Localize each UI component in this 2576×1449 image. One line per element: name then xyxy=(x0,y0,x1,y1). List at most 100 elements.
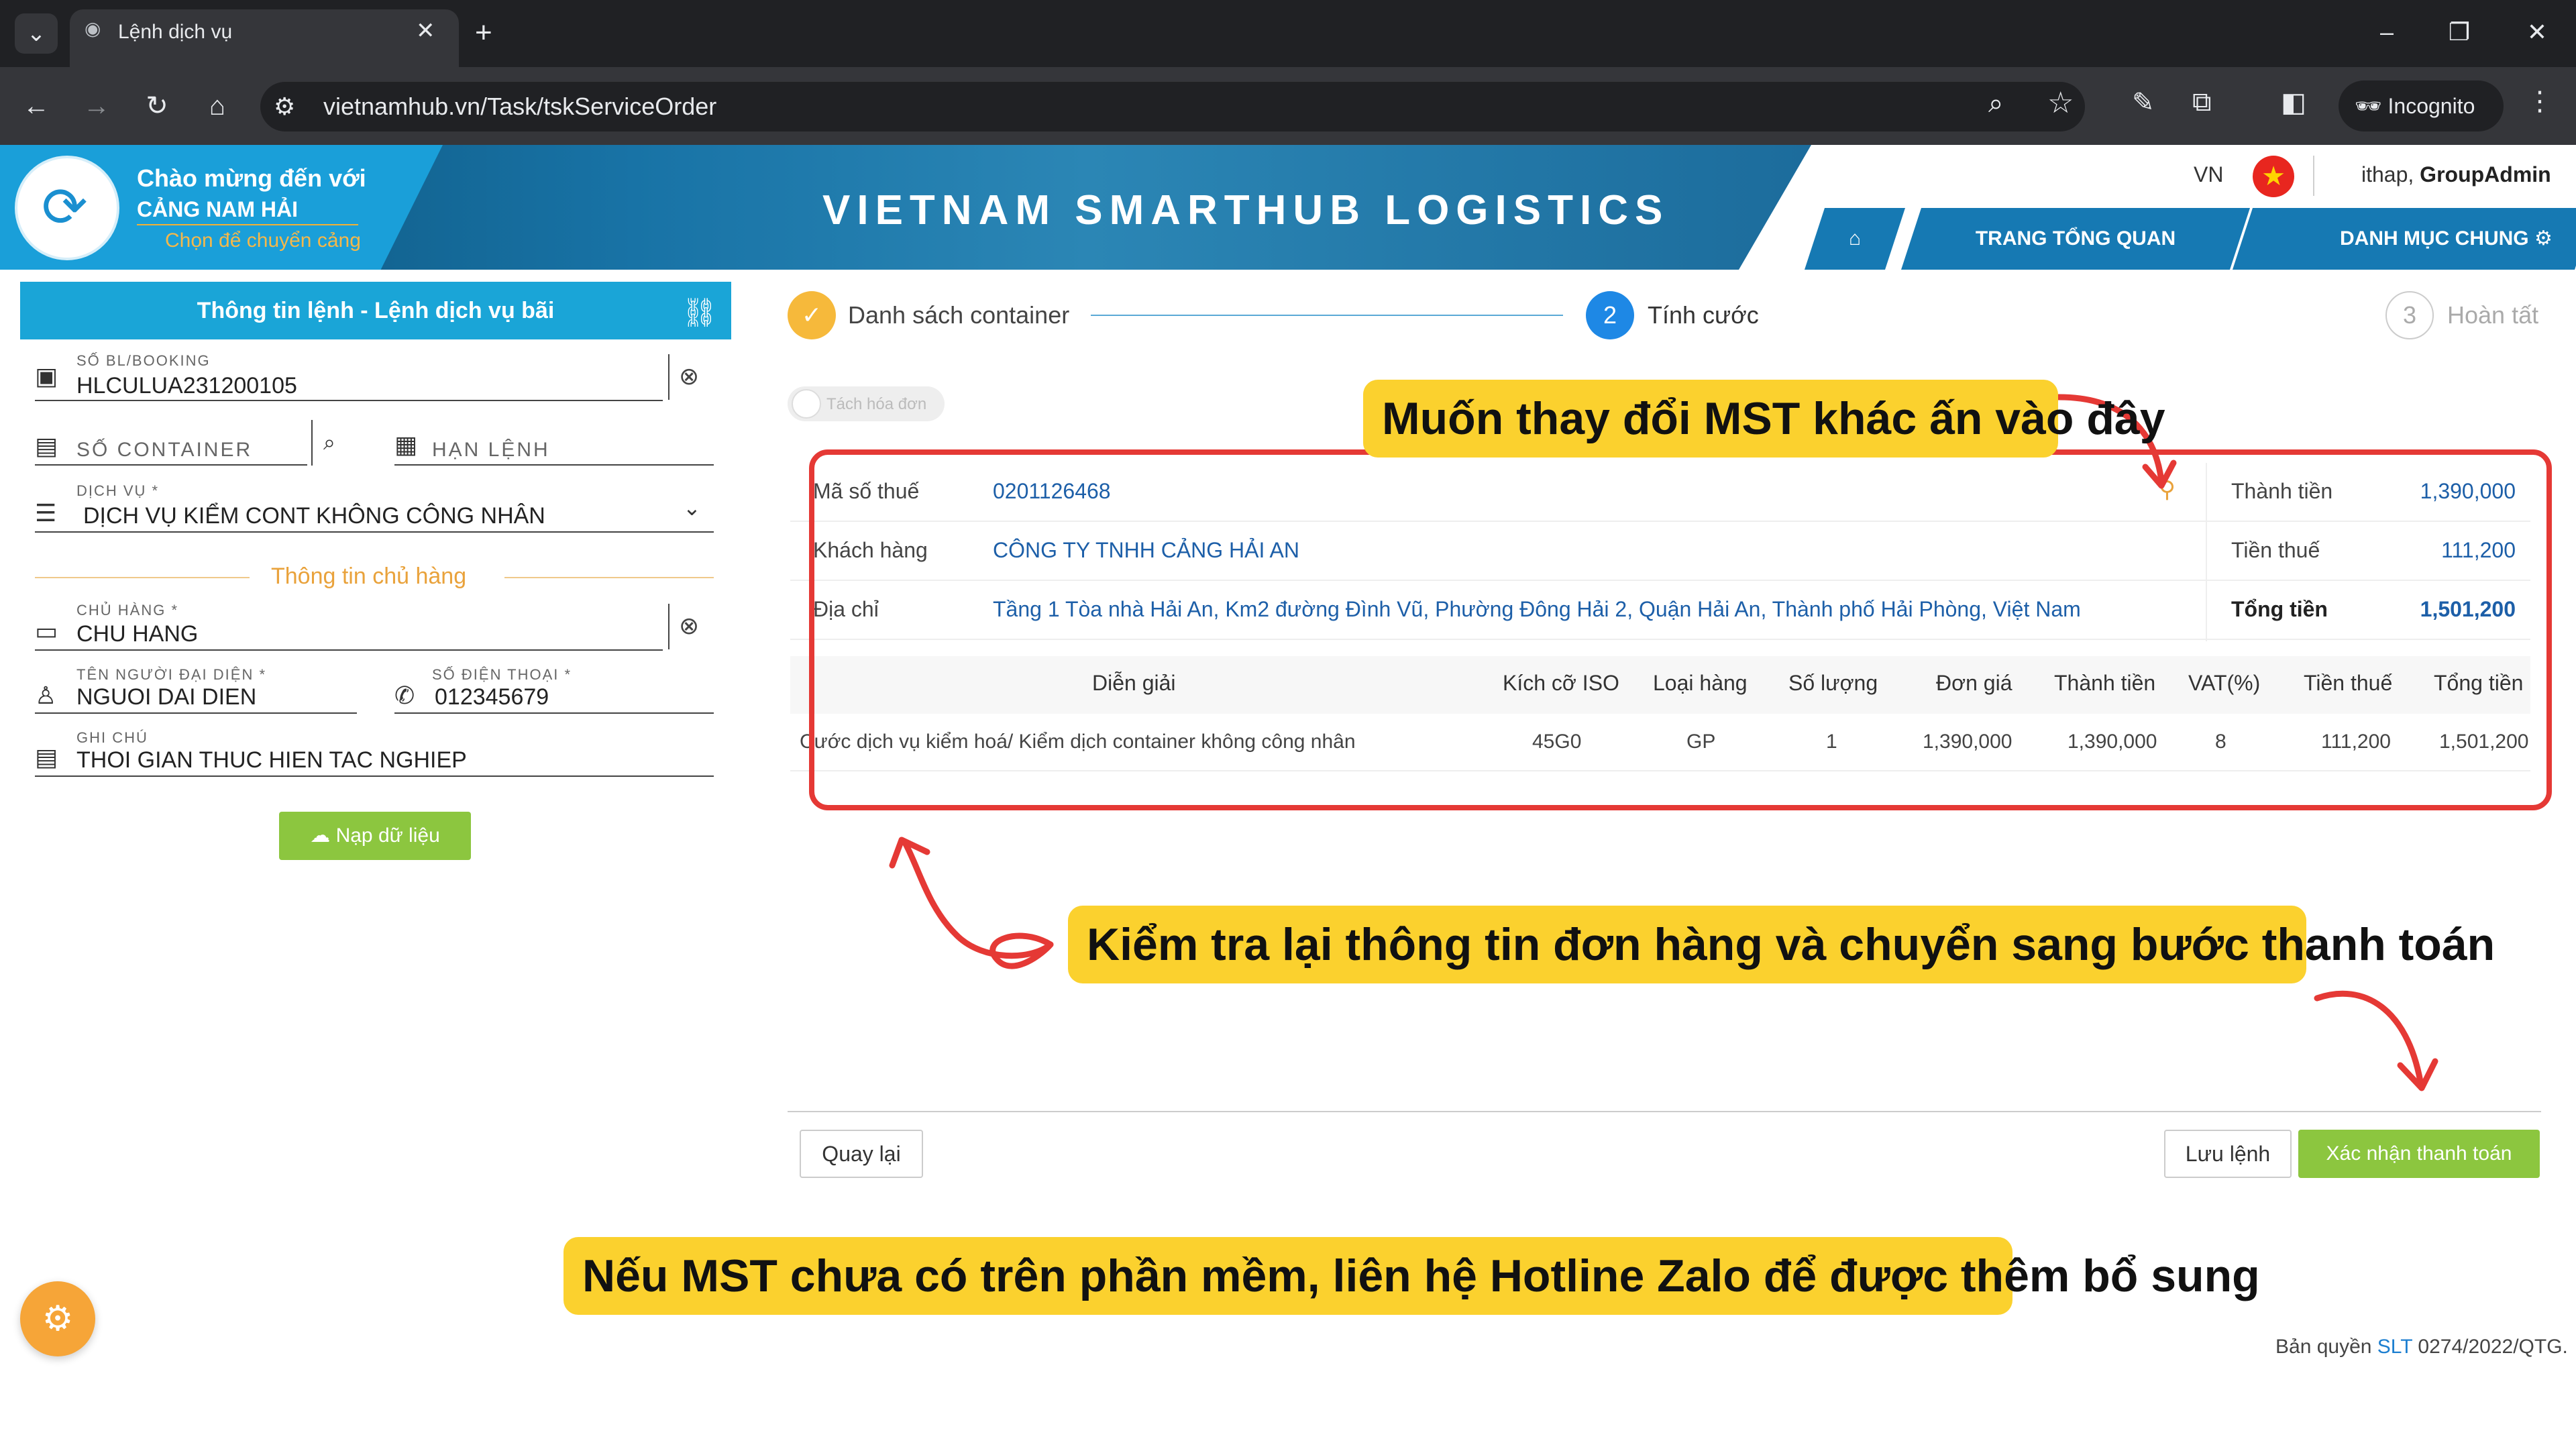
save-order-button[interactable]: Lưu lệnh xyxy=(2164,1130,2292,1178)
copyright-suffix: 0274/2022/QTG. xyxy=(2412,1336,2568,1358)
note-document-icon: ▤ xyxy=(35,743,58,771)
tab-list-chevron-icon[interactable]: ⌄ xyxy=(15,13,58,54)
owner-section-rule-right xyxy=(504,577,714,578)
zoom-magnifier-icon[interactable]: ⌕ xyxy=(1988,89,2003,119)
browser-menu-dots-icon[interactable]: ⋮ xyxy=(2526,86,2553,117)
reload-icon[interactable]: ↻ xyxy=(137,86,177,126)
clear-circle-icon[interactable]: ⊗ xyxy=(679,612,699,640)
service-label: DỊCH VỤ * xyxy=(76,482,160,499)
split-invoice-label: Tách hóa đơn xyxy=(826,395,927,413)
service-underline xyxy=(35,531,714,533)
copyright-prefix: Bản quyền xyxy=(2275,1336,2377,1358)
person-icon: ♙ xyxy=(35,682,57,709)
cloud-upload-icon: ☁ xyxy=(310,824,336,847)
gear-icon: ⚙ xyxy=(2534,227,2553,250)
container-icon: ▤ xyxy=(35,432,58,460)
step-done-check-icon: ✓ xyxy=(788,291,836,339)
clear-circle-icon[interactable]: ⊗ xyxy=(679,362,699,390)
representative-label: TÊN NGƯỜI ĐẠI DIỆN * xyxy=(76,666,267,683)
welcome-text: Chào mừng đến với xyxy=(137,164,366,192)
incognito-badge[interactable]: 🕶 Incognito xyxy=(2339,80,2504,131)
footer-divider xyxy=(788,1111,2541,1112)
tab-close-icon[interactable]: ✕ xyxy=(416,17,435,44)
step-3-label[interactable]: Hoàn tất xyxy=(2447,299,2538,331)
load-data-label: Nạp dữ liệu xyxy=(335,824,440,847)
callout-change-tax: Muốn thay đổi MST khác ấn vào đây xyxy=(1363,380,2165,458)
change-port-link[interactable]: Chọn để chuyển cảng xyxy=(165,228,361,254)
user-name: ithap, xyxy=(2361,162,2420,186)
site-info-icon[interactable]: ⚙ xyxy=(274,93,295,121)
header-separator xyxy=(2313,156,2314,196)
tab-title: Lệnh dịch vụ xyxy=(118,21,233,43)
note-input[interactable]: THOI GIAN THUC HIEN TAC NGHIEP xyxy=(76,746,467,774)
field-separator xyxy=(668,354,669,400)
extensions-puzzle-icon[interactable]: ⧉ xyxy=(2192,87,2212,117)
tab-favicon-icon: ◉ xyxy=(85,18,101,39)
url-text[interactable]: vietnamhub.vn/Task/tskServiceOrder xyxy=(323,91,716,122)
restore-icon[interactable]: ❐ xyxy=(2439,13,2479,51)
bookmark-star-icon[interactable]: ☆ xyxy=(2047,86,2074,120)
step-2-label[interactable]: Tính cước xyxy=(1648,299,1759,331)
deadline-input[interactable]: HẠN LỆNH xyxy=(432,436,550,464)
step-connector xyxy=(1091,315,1563,316)
user-role: GroupAdmin xyxy=(2420,162,2551,186)
confirm-payment-button[interactable]: Xác nhận thanh toán xyxy=(2298,1130,2540,1178)
back-arrow-icon[interactable]: ← xyxy=(16,86,56,126)
window-close-icon[interactable]: ✕ xyxy=(2517,13,2557,51)
service-select[interactable]: DỊCH VỤ KIỂM CONT KHÔNG CÔNG NHÂN xyxy=(83,502,545,530)
list-icon: ☰ xyxy=(35,499,57,527)
side-panel-icon[interactable]: ◧ xyxy=(2281,87,2306,118)
back-button[interactable]: Quay lại xyxy=(800,1130,923,1178)
load-data-button[interactable]: ☁ Nạp dữ liệu xyxy=(279,812,471,860)
incognito-icon: 🕶 xyxy=(2355,94,2388,118)
note-underline xyxy=(35,775,714,777)
note-label: GHI CHÚ xyxy=(76,729,148,746)
calendar-icon[interactable]: ▦ xyxy=(394,431,417,459)
home-icon: ⌂ xyxy=(1848,227,1862,250)
nav-catalog-tab[interactable]: DANH MỤC CHUNG ⚙ xyxy=(2233,208,2576,270)
highlight-frame xyxy=(809,449,2552,810)
step-2-number: 2 xyxy=(1586,291,1634,339)
order-info-title: Thông tin lệnh - Lệnh dịch vụ bãi xyxy=(20,282,731,339)
port-name: CẢNG NAM HẢI xyxy=(137,197,298,221)
logo-mark-icon: ⟳ xyxy=(42,177,88,238)
field-separator xyxy=(311,420,313,466)
minimize-icon[interactable]: – xyxy=(2367,13,2407,51)
bl-booking-input[interactable]: HLCULUA231200105 xyxy=(76,372,297,400)
extension-feather-icon[interactable]: ✎ xyxy=(2132,87,2155,118)
nav-catalog-label: DANH MỤC CHUNG xyxy=(2340,227,2529,250)
phone-icon: ✆ xyxy=(394,682,415,709)
representative-underline xyxy=(35,712,357,714)
field-separator xyxy=(668,604,669,649)
phone-underline xyxy=(394,712,714,714)
user-info[interactable]: ithap, GroupAdmin xyxy=(2361,161,2551,188)
nav-overview-tab[interactable]: TRANG TỔNG QUAN xyxy=(1901,208,2250,270)
link-icon[interactable]: ⛓ xyxy=(682,297,717,329)
callout-hotline: Nếu MST chưa có trên phần mềm, liên hệ H… xyxy=(564,1237,2260,1315)
phone-input[interactable]: 012345679 xyxy=(435,683,549,711)
settings-gear-icon[interactable]: ⚙ xyxy=(20,1281,95,1356)
chevron-down-icon[interactable]: ⌄ xyxy=(683,494,701,522)
search-icon[interactable]: ⌕ xyxy=(323,428,335,456)
copyright-brand: SLT xyxy=(2377,1336,2413,1358)
copyright-text: Bản quyền SLT 0274/2022/QTG. xyxy=(2275,1334,2568,1360)
representative-input[interactable]: NGUOI DAI DIEN xyxy=(76,683,256,711)
forward-arrow-icon[interactable]: → xyxy=(76,86,117,126)
id-card-icon: ▭ xyxy=(35,617,58,645)
new-tab-plus-icon[interactable]: + xyxy=(475,15,492,51)
container-number-input[interactable]: SỐ CONTAINER xyxy=(76,436,252,464)
container-underline xyxy=(35,464,307,466)
owner-section-title: Thông tin chủ hàng xyxy=(271,564,467,589)
owner-input[interactable]: CHU HANG xyxy=(76,620,198,648)
vietnam-flag-icon[interactable]: ★ xyxy=(2253,156,2294,197)
home-icon[interactable]: ⌂ xyxy=(197,86,237,126)
bl-booking-label: SỐ BL/BOOKING xyxy=(76,352,211,369)
toggle-knob[interactable] xyxy=(792,389,821,419)
document-icon: ▣ xyxy=(35,362,58,390)
incognito-label: Incognito xyxy=(2387,94,2475,118)
step-1-label[interactable]: Danh sách container xyxy=(848,299,1069,331)
port-divider xyxy=(137,224,358,225)
language-code[interactable]: VN xyxy=(2194,161,2223,188)
phone-label: SỐ ĐIỆN THOẠI * xyxy=(432,666,572,683)
callout-review-order: Kiểm tra lại thông tin đơn hàng và chuyể… xyxy=(1068,906,2495,983)
